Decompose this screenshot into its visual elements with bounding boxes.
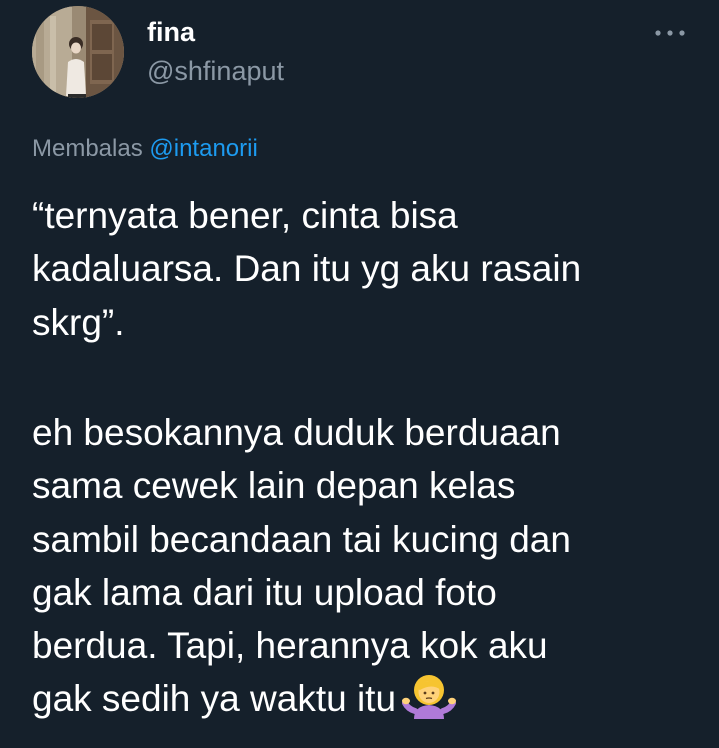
text-line: skrg”. <box>32 301 125 343</box>
replying-to: Membalas @intanorii <box>32 134 258 164</box>
tweet: fina @shfinaput Membalas @intanorii “ter… <box>0 0 719 748</box>
text-line: eh besokannya duduk berduaan <box>32 412 561 453</box>
text-line: berdua. Tapi, herannya kok aku <box>32 625 548 667</box>
avatar[interactable] <box>32 6 124 98</box>
more-dots-icon[interactable] <box>650 22 690 44</box>
replying-to-prefix: Membalas <box>32 135 143 162</box>
text-line-last: gak sedih ya waktu itu <box>32 672 712 725</box>
text-line: sambil becandaan tai kucing dan <box>32 518 571 560</box>
text-line: gak lama dari itu upload foto <box>32 571 497 613</box>
text-line: sama cewek lain depan kelas <box>32 465 516 507</box>
tweet-text-paragraph-2: eh besokannya duduk berduaan sama cewek … <box>32 406 712 726</box>
text-line: kadaluarsa. Dan itu yg aku rasain <box>32 248 582 290</box>
author-handle[interactable]: @shfinaput <box>147 55 284 87</box>
mention-link[interactable]: @intanorii <box>149 135 257 162</box>
author-display-name[interactable]: fina <box>147 16 195 48</box>
person-shrugging-emoji-icon <box>402 673 457 733</box>
tweet-text-paragraph-1: “ternyata bener, cinta bisa kadaluarsa. … <box>32 189 712 349</box>
text-line: “ternyata bener, cinta bisa <box>32 195 458 236</box>
text-line-content: gak sedih ya waktu itu <box>32 678 397 720</box>
